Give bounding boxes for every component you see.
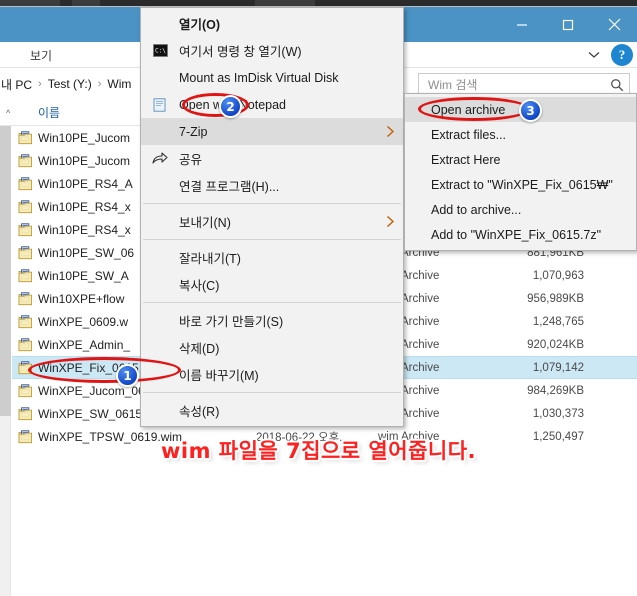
scrollbar-thumb[interactable] — [0, 126, 11, 416]
context-menu-item[interactable]: C:\ 여기서 명령 창 열기(W) — [141, 37, 403, 64]
chevron-right-icon — [377, 125, 403, 138]
wim-file-icon — [12, 153, 38, 168]
screenshot-root: 보기 ? 내 PC › Test (Y:) › Wim Wim 검색 ^ 이름 … — [0, 0, 637, 596]
context-menu-item-label: 속성(R) — [179, 405, 220, 419]
wim-file-icon — [12, 360, 38, 375]
share-icon — [141, 152, 179, 165]
close-button[interactable] — [591, 7, 637, 42]
context-menu-item[interactable]: Open with Notepad — [141, 91, 403, 118]
submenu-item[interactable]: Extract to "WinXPE_Fix_0615₩" — [405, 172, 636, 197]
submenu-item[interactable]: Add to "WinXPE_Fix_0615.7z" — [405, 222, 636, 247]
wim-file-icon — [12, 337, 38, 352]
menu-separator — [143, 302, 401, 303]
notepad-icon — [141, 97, 179, 112]
minimize-button[interactable] — [499, 7, 545, 42]
context-menu-item[interactable]: 이름 바꾸기(M) — [141, 361, 403, 388]
breadcrumb-item-2[interactable]: Wim — [106, 77, 132, 91]
context-menu-item[interactable]: 연결 프로그램(H)... — [141, 172, 403, 199]
context-menu-item[interactable]: Mount as ImDisk Virtual Disk — [141, 64, 403, 91]
submenu-item[interactable]: Extract files... — [405, 122, 636, 147]
context-menu-item[interactable]: 열기(O) — [141, 10, 403, 37]
context-menu-item-label: 잘라내기(T) — [179, 252, 241, 266]
context-menu-item-label: 바로 가기 만들기(S) — [179, 315, 284, 329]
context-menu-item-label: 복사(C) — [179, 279, 220, 293]
console-icon: C:\ — [141, 44, 179, 57]
wim-file-icon — [12, 199, 38, 214]
wim-file-icon — [12, 176, 38, 191]
step-badge-3: 3 — [519, 99, 542, 122]
submenu-item-label: Add to archive... — [431, 202, 522, 217]
column-header-name[interactable]: 이름 — [30, 104, 60, 122]
context-menu-item[interactable]: 보내기(N) — [141, 208, 403, 235]
step-badge-2: 2 — [219, 95, 242, 118]
file-size-cell: 1,030,373 — [532, 407, 584, 420]
file-size-cell: 920,024KB — [527, 338, 584, 351]
breadcrumb-item-1[interactable]: Test (Y:) — [47, 77, 93, 91]
context-menu-item[interactable]: 복사(C) — [141, 271, 403, 298]
search-input[interactable]: Wim 검색 — [419, 76, 605, 93]
wim-file-icon — [12, 222, 38, 237]
chevron-down-icon[interactable] — [583, 44, 605, 66]
annotation-caption: wim 파일을 7집으로 열어줍니다. — [0, 435, 637, 465]
window-controls — [499, 7, 637, 42]
submenu-item-label: Extract Here — [431, 152, 501, 167]
wim-file-icon — [12, 383, 38, 398]
context-menu-item-label: 보내기(N) — [179, 216, 231, 230]
breadcrumb-sep-1: › — [97, 78, 102, 90]
wim-file-icon — [12, 406, 38, 421]
context-menu-item[interactable]: 7-Zip — [141, 118, 403, 145]
file-explorer-window: 보기 ? 내 PC › Test (Y:) › Wim Wim 검색 ^ 이름 … — [0, 6, 637, 596]
context-menu-item[interactable]: 바로 가기 만들기(S) — [141, 307, 403, 334]
submenu-item[interactable]: Add to archive... — [405, 197, 636, 222]
wim-file-icon — [12, 268, 38, 283]
search-icon[interactable] — [605, 78, 629, 92]
context-menu-item-label: 7-Zip — [179, 124, 208, 139]
wim-file-icon — [12, 291, 38, 306]
context-menu-item[interactable]: 공유 — [141, 145, 403, 172]
tab-view[interactable]: 보기 — [22, 45, 60, 66]
submenu-item-label: Add to "WinXPE_Fix_0615.7z" — [431, 227, 602, 242]
context-menu[interactable]: 열기(O) C:\ 여기서 명령 창 열기(W) Mount as ImDisk Vi… — [140, 7, 404, 427]
chevron-right-icon — [377, 215, 403, 228]
sort-caret-icon: ^ — [6, 108, 11, 118]
breadcrumb[interactable]: 내 PC › Test (Y:) › Wim — [0, 73, 132, 95]
menu-separator — [143, 203, 401, 204]
wim-file-icon — [12, 130, 38, 145]
submenu-item-label: Extract files... — [431, 127, 507, 142]
context-menu-item[interactable]: 속성(R) — [141, 397, 403, 424]
file-size-cell: 1,070,963 — [532, 269, 584, 282]
context-menu-item-label: Mount as ImDisk Virtual Disk — [179, 70, 339, 85]
submenu-item-label: Extract to "WinXPE_Fix_0615₩" — [431, 177, 613, 192]
svg-text:C:\: C:\ — [155, 48, 166, 55]
menu-separator — [143, 239, 401, 240]
annotation-caption-text: wim 파일을 7집으로 열어줍니다. — [160, 439, 477, 463]
help-icon[interactable]: ? — [611, 44, 633, 66]
submenu-item[interactable]: Extract Here — [405, 147, 636, 172]
context-menu-item[interactable]: 잘라내기(T) — [141, 244, 403, 271]
context-menu-item-label: 공유 — [179, 153, 203, 167]
breadcrumb-item-0[interactable]: 내 PC — [0, 76, 33, 93]
file-size-cell: 1,248,765 — [532, 315, 584, 328]
submenu-item-label: Open archive — [431, 102, 506, 117]
context-menu-item-label: 삭제(D) — [179, 342, 220, 356]
file-size-cell: 956,989KB — [527, 292, 584, 305]
vertical-scrollbar[interactable] — [0, 126, 11, 596]
ribbon-right-controls: ? — [583, 44, 633, 66]
context-menu-item[interactable]: 삭제(D) — [141, 334, 403, 361]
menu-separator — [143, 392, 401, 393]
context-menu-item-label: 여기서 명령 창 열기(W) — [179, 45, 302, 59]
context-menu-item-label: 이름 바꾸기(M) — [179, 369, 259, 383]
file-size-cell: 1,079,142 — [532, 361, 584, 374]
context-menu-item-label: Open with Notepad — [179, 97, 287, 112]
file-size-cell: 984,269KB — [527, 384, 584, 397]
wim-file-icon — [12, 245, 38, 260]
breadcrumb-sep-0: › — [38, 78, 42, 90]
step-badge-1: 1 — [116, 364, 139, 387]
wim-file-icon — [12, 314, 38, 329]
context-menu-item-label: 열기(O) — [179, 18, 221, 32]
maximize-button[interactable] — [545, 7, 591, 42]
context-menu-item-label: 연결 프로그램(H)... — [179, 180, 280, 194]
